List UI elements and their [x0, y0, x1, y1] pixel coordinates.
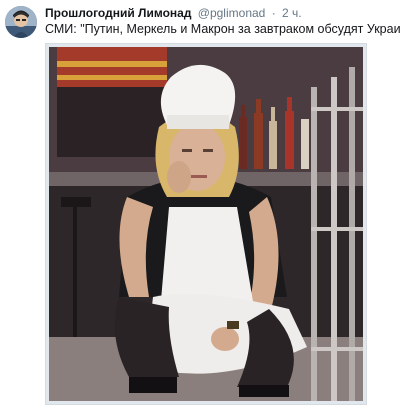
avatar-icon	[5, 6, 37, 38]
display-name[interactable]: Прошлогодний Лимонад	[45, 6, 191, 20]
user-avatar[interactable]	[5, 6, 37, 38]
attached-photo	[49, 47, 363, 401]
tweet-card: Прошлогодний Лимонад @pglimonad · 2 ч. С…	[0, 0, 400, 410]
user-handle[interactable]: @pglimonad	[198, 6, 266, 20]
separator-dot: ·	[271, 6, 276, 20]
photo-illustration-icon	[49, 47, 363, 401]
tweet-media[interactable]	[45, 43, 367, 405]
tweet-header: Прошлогодний Лимонад @pglimonad · 2 ч.	[45, 5, 392, 21]
tweet-text: СМИ: "Путин, Меркель и Макрон за завтрак…	[45, 22, 400, 36]
tweet-timestamp[interactable]: 2 ч.	[282, 6, 302, 20]
